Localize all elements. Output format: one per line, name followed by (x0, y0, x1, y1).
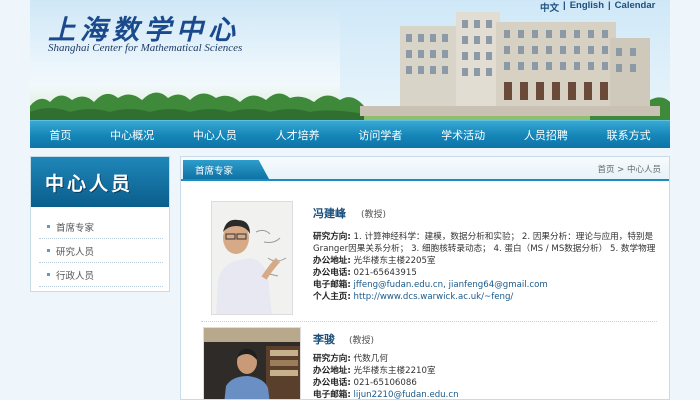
person-title: (教授) (349, 336, 375, 346)
portrait-image (204, 328, 300, 399)
person-homepage: 个人主页: http://www.dcs.warwick.ac.uk/~feng… (313, 291, 513, 303)
portrait-image (212, 202, 292, 314)
row-value: 代数几何 (353, 354, 388, 364)
sidebar-item-chief-experts[interactable]: 首席专家 (39, 215, 163, 239)
bullet-icon (47, 273, 50, 276)
nav-contact[interactable]: 联系方式 (603, 127, 655, 143)
bullet-icon (47, 249, 50, 252)
content-header: 首席专家 首页 > 中心人员 (181, 157, 669, 181)
logo-english: Shanghai Center for Mathematical Science… (48, 42, 243, 54)
row-label: 办公地址: (313, 256, 351, 266)
nav-home[interactable]: 首页 (45, 127, 75, 143)
person-phone: 办公电话: 021-65643915 (313, 267, 417, 279)
top-link-calendar[interactable]: Calendar (615, 0, 656, 14)
sidebar-item-label: 研究人员 (56, 246, 95, 258)
row-label: 电子邮箱: (313, 390, 351, 400)
nav-visitors[interactable]: 访问学者 (354, 127, 406, 143)
sidebar: 中心人员 首席专家 研究人员 行政人员 (30, 156, 170, 292)
bullet-icon (47, 225, 50, 228)
row-value: Granger因果关系分析； 3. 细胞核转录动态； 4. 蛋白（MS / MS… (313, 244, 656, 254)
homepage-link[interactable]: http://www.dcs.warwick.ac.uk/~feng/ (354, 292, 514, 302)
person-phone: 办公电话: 021-65106086 (313, 377, 417, 389)
person-research: 研究方向: 代数几何 (313, 353, 388, 365)
row-value: 光华楼东主楼2210室 (353, 366, 436, 376)
page: 上海数学中心 Shanghai Center for Mathematical … (0, 0, 700, 400)
person-research-cont: Granger因果关系分析； 3. 细胞核转录动态； 4. 蛋白（MS / MS… (313, 243, 655, 255)
nav-activities[interactable]: 学术活动 (437, 127, 489, 143)
person-email: 电子邮箱: lijun2210@fudan.edu.cn (313, 389, 459, 400)
sidebar-header: 中心人员 (31, 157, 169, 207)
top-link-separator: | (608, 0, 611, 11)
person-title: (教授) (361, 210, 387, 220)
row-value: 1. 计算神经科学：建模，数据分析和实验； 2. 因果分析：理论与应用，特别是 (353, 232, 654, 242)
person-name: 冯建峰 (313, 207, 346, 220)
main-content: 首席专家 首页 > 中心人员 冯建峰 (教授) 研究方向: 1. 计算神经科学： (180, 156, 670, 400)
sidebar-title: 中心人员 (45, 173, 134, 195)
person-office: 办公地址: 光华楼东主楼2210室 (313, 365, 436, 377)
top-link-chinese[interactable]: 中文 (540, 0, 559, 14)
row-label: 个人主页: (313, 292, 351, 302)
sidebar-list: 首席专家 研究人员 行政人员 (39, 215, 163, 287)
sidebar-item-label: 行政人员 (56, 270, 95, 282)
person-email: 电子邮箱: jffeng@fudan.edu.cn, jianfeng64@gm… (313, 279, 548, 291)
row-value: 光华楼东主楼2205室 (353, 256, 436, 266)
header-banner: 上海数学中心 Shanghai Center for Mathematical … (30, 0, 670, 120)
top-link-separator: | (563, 0, 566, 11)
row-value: 021-65106086 (353, 378, 417, 388)
person-photo (211, 201, 293, 315)
top-links: 中文 | English | Calendar (540, 0, 680, 14)
person-photo (203, 327, 301, 399)
banner-building (360, 12, 660, 116)
sidebar-item-admin-staff[interactable]: 行政人员 (39, 263, 163, 287)
nav-training[interactable]: 人才培养 (272, 127, 324, 143)
content-tab: 首席专家 (183, 160, 269, 179)
row-value: 021-65643915 (353, 268, 417, 278)
top-link-english[interactable]: English (570, 0, 604, 14)
main-nav: 首页 中心概况 中心人员 人才培养 访问学者 学术活动 人员招聘 联系方式 (30, 120, 670, 148)
row-label: 研究方向: (313, 354, 351, 364)
row-label: 研究方向: (313, 232, 351, 242)
breadcrumb[interactable]: 首页 > 中心人员 (597, 163, 661, 175)
sidebar-item-researchers[interactable]: 研究人员 (39, 239, 163, 263)
nav-recruitment[interactable]: 人员招聘 (520, 127, 572, 143)
sidebar-item-label: 首席专家 (56, 222, 95, 234)
nav-people[interactable]: 中心人员 (189, 127, 241, 143)
row-label: 办公电话: (313, 268, 351, 278)
person-name: 李骏 (313, 333, 335, 346)
row-label: 办公电话: (313, 378, 351, 388)
person-research: 研究方向: 1. 计算神经科学：建模，数据分析和实验； 2. 因果分析：理论与应… (313, 231, 653, 243)
row-label: 办公地址: (313, 366, 351, 376)
nav-overview[interactable]: 中心概况 (106, 127, 158, 143)
email-link[interactable]: lijun2210@fudan.edu.cn (354, 390, 459, 399)
person-office: 办公地址: 光华楼东主楼2205室 (313, 255, 436, 267)
row-label: 电子邮箱: (313, 280, 351, 290)
email-link[interactable]: jffeng@fudan.edu.cn, jianfeng64@gmail.co… (354, 280, 548, 290)
person-divider (201, 321, 657, 322)
